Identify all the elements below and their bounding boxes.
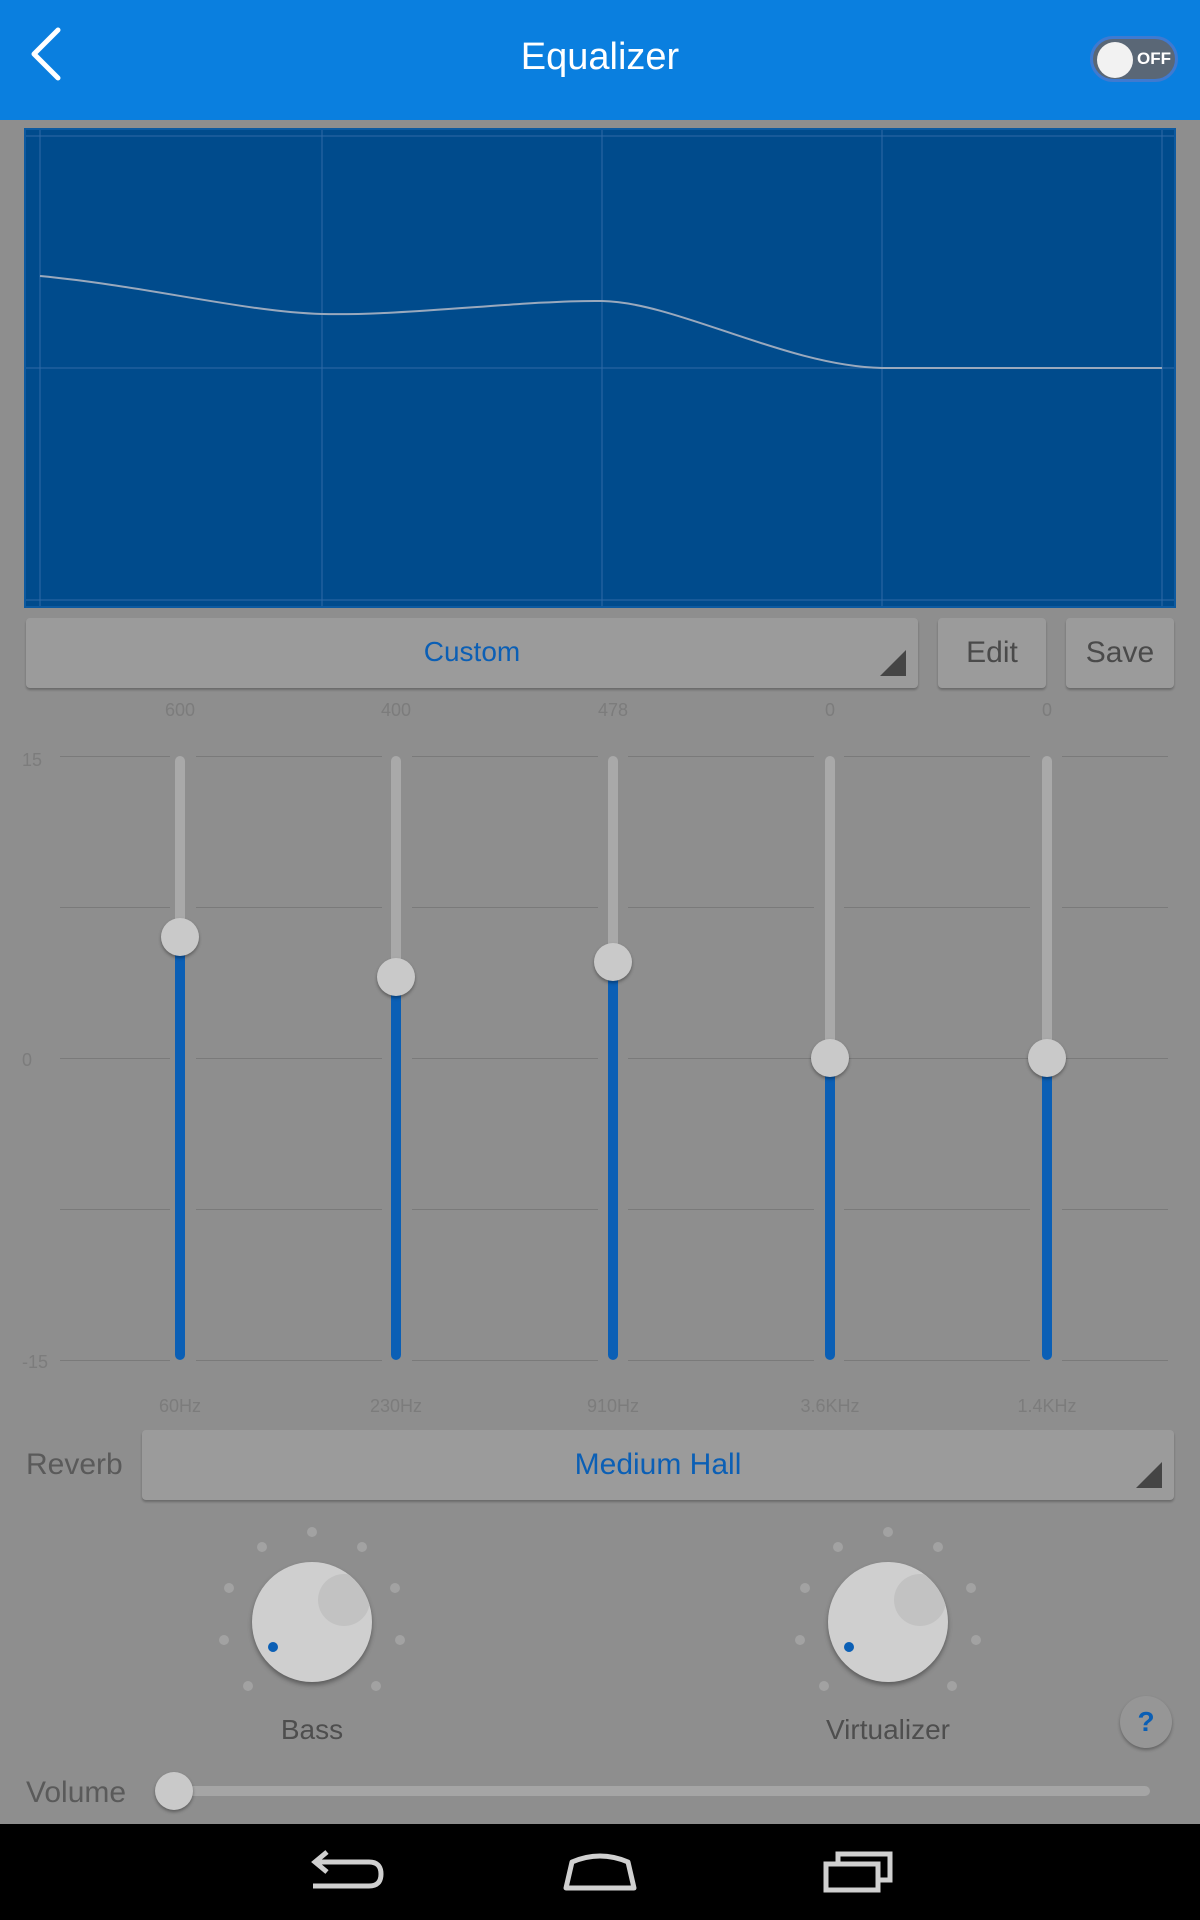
knob-tick xyxy=(971,1634,982,1645)
eq-curve-line xyxy=(39,275,1162,369)
nav-home-button[interactable] xyxy=(540,1840,660,1904)
toggle-knob xyxy=(1097,42,1133,78)
knob-tick xyxy=(819,1680,830,1691)
knob-indicator xyxy=(844,1642,854,1652)
band-slider-thumb[interactable] xyxy=(1028,1039,1066,1077)
top-app-bar: Equalizer OFF xyxy=(0,0,1200,120)
band-slider-fill xyxy=(1042,1058,1052,1360)
eq-band-2: 400 230Hz xyxy=(346,700,446,1430)
page-title: Equalizer xyxy=(520,36,680,78)
virtualizer-label: Virtualizer xyxy=(826,1714,950,1745)
band-slider-thumb[interactable] xyxy=(811,1039,849,1077)
nav-recents-icon xyxy=(823,1851,893,1893)
toggle-label: OFF xyxy=(1137,49,1171,68)
band-value-label: 600 xyxy=(164,700,196,720)
band-frequency-label: 230Hz xyxy=(369,1396,423,1416)
band-value-label: 0 xyxy=(824,700,835,720)
knob-tick xyxy=(395,1634,406,1645)
bass-knob[interactable] xyxy=(252,1562,372,1682)
nav-back-icon xyxy=(311,1850,384,1889)
scale-max-label: 15 xyxy=(22,750,43,770)
knob-tick xyxy=(223,1582,234,1593)
knob-tick xyxy=(218,1634,229,1645)
knob-tick xyxy=(794,1634,805,1645)
band-slider-thumb[interactable] xyxy=(161,918,199,957)
band-value-label: 478 xyxy=(597,700,629,720)
nav-home-icon xyxy=(563,1853,637,1891)
eq-band-3: 478 910Hz xyxy=(563,700,663,1430)
eq-bands-panel: 15 0 -15 600 60Hz 400 230Hz 478 910Hz 0 3.6KHz 0… xyxy=(0,700,1200,1430)
volume-slider-thumb[interactable] xyxy=(155,1772,193,1810)
knob-tick xyxy=(390,1582,401,1593)
volume-slider-track[interactable] xyxy=(172,1786,1150,1796)
knob-tick xyxy=(966,1582,977,1593)
nav-recents-button[interactable] xyxy=(798,1840,918,1904)
dropdown-arrow-icon xyxy=(1136,1462,1162,1488)
knob-tick xyxy=(370,1680,381,1691)
knob-tick xyxy=(799,1582,810,1593)
virtualizer-knob[interactable] xyxy=(828,1562,948,1682)
band-slider-fill xyxy=(175,937,185,1360)
bass-knob-group xyxy=(212,1522,412,1722)
knob-tick xyxy=(946,1680,957,1691)
knob-tick xyxy=(307,1527,317,1537)
eq-curve-chart xyxy=(26,130,1174,606)
band-value-label: 400 xyxy=(380,700,412,720)
band-frequency-label: 60Hz xyxy=(158,1396,202,1416)
knob-indicator xyxy=(268,1642,278,1652)
edit-button[interactable]: Edit xyxy=(938,618,1046,688)
eq-band-1: 600 60Hz xyxy=(130,700,230,1430)
band-frequency-label: 910Hz xyxy=(586,1396,640,1416)
band-slider-fill xyxy=(608,961,618,1360)
band-frequency-label: 1.4KHz xyxy=(1017,1396,1077,1416)
eq-response-graph xyxy=(24,128,1176,608)
reverb-dropdown[interactable]: Medium Hall xyxy=(142,1430,1174,1500)
knob-tick xyxy=(832,1542,843,1553)
knob-tick xyxy=(357,1542,367,1553)
volume-label: Volume xyxy=(26,1776,127,1809)
knob-highlight xyxy=(318,1574,370,1626)
bass-label: Bass xyxy=(280,1714,344,1745)
help-button[interactable]: ? xyxy=(1120,1696,1172,1748)
band-slider-fill xyxy=(825,1058,835,1360)
band-slider-thumb[interactable] xyxy=(377,958,415,997)
knob-tick xyxy=(883,1527,893,1537)
reverb-label: Reverb xyxy=(26,1448,123,1481)
virtualizer-knob-group xyxy=(788,1522,988,1722)
band-slider-fill xyxy=(391,977,401,1360)
scale-min-label: -15 xyxy=(22,1352,49,1372)
band-slider-thumb[interactable] xyxy=(594,942,632,981)
save-button[interactable]: Save xyxy=(1066,618,1174,688)
nav-back-button[interactable] xyxy=(283,1840,403,1904)
knob-tick xyxy=(256,1542,267,1553)
system-nav-bar xyxy=(0,1824,1200,1920)
scale-mid-label: 0 xyxy=(22,1050,33,1070)
band-value-label: 0 xyxy=(1041,700,1052,720)
eq-band-5: 0 1.4KHz xyxy=(997,700,1097,1430)
knob-highlight xyxy=(894,1574,946,1626)
band-frequency-label: 3.6KHz xyxy=(800,1396,860,1416)
knob-tick xyxy=(243,1680,254,1691)
preset-value: Custom xyxy=(423,636,521,667)
equalizer-power-toggle[interactable]: OFF xyxy=(1090,36,1178,82)
reverb-value: Medium Hall xyxy=(574,1448,742,1481)
dropdown-arrow-icon xyxy=(880,650,906,676)
knob-tick xyxy=(933,1542,943,1553)
preset-dropdown[interactable]: Custom xyxy=(26,618,918,688)
eq-band-4: 0 3.6KHz xyxy=(780,700,880,1430)
